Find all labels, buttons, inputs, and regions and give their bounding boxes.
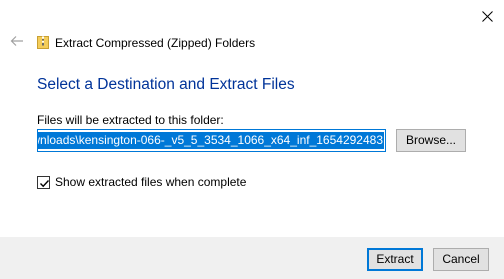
destination-path-value: rs\elpor\Downloads\kensington-066-_v5_5_… bbox=[38, 132, 384, 149]
close-button[interactable] bbox=[472, 2, 502, 30]
back-arrow-icon bbox=[10, 34, 24, 52]
back-button[interactable] bbox=[8, 35, 26, 51]
show-files-checkbox[interactable] bbox=[37, 175, 50, 189]
wizard-title: Extract Compressed (Zipped) Folders bbox=[55, 36, 256, 50]
show-files-option[interactable]: Show extracted files when complete bbox=[37, 174, 246, 190]
extract-button[interactable]: Extract bbox=[367, 248, 423, 271]
browse-button[interactable]: Browse... bbox=[396, 129, 466, 152]
destination-path-input[interactable]: rs\elpor\Downloads\kensington-066-_v5_5_… bbox=[37, 129, 386, 152]
checkmark-icon bbox=[40, 179, 50, 187]
cancel-button[interactable]: Cancel bbox=[433, 248, 489, 271]
page-heading: Select a Destination and Extract Files bbox=[37, 76, 295, 93]
close-icon bbox=[481, 10, 493, 22]
show-files-label: Show extracted files when complete bbox=[55, 175, 247, 189]
destination-label: Files will be extracted to this folder: bbox=[37, 113, 224, 127]
zip-folder-icon bbox=[37, 35, 49, 49]
dialog-footer: Extract Cancel bbox=[0, 237, 504, 279]
extract-dialog: Extract Compressed (Zipped) Folders Sele… bbox=[0, 0, 504, 279]
